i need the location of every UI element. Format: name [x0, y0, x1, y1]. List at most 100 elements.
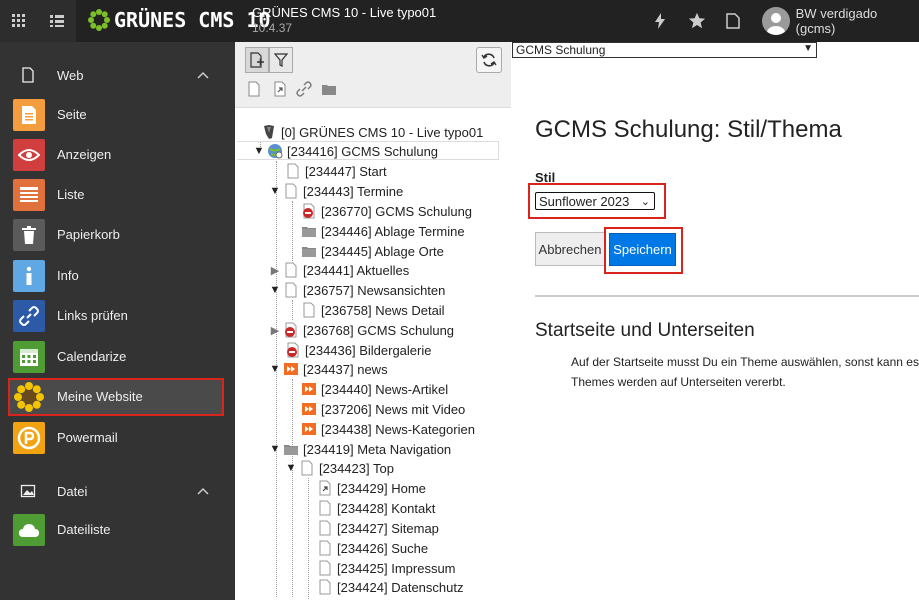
- folder-icon[interactable]: [321, 81, 337, 97]
- tree-node[interactable]: ▼ [234443] Termine: [269, 181, 403, 201]
- tree-node[interactable]: ▼ [234416] GCMS Schulung: [253, 141, 438, 161]
- tree-node[interactable]: [234438] News-Kategorien: [301, 419, 475, 439]
- site-title: GRÜNES CMS 10 - Live typo01: [252, 5, 437, 20]
- news-folder-icon: [302, 383, 316, 395]
- page-icon: [319, 560, 331, 576]
- open-documents-button[interactable]: [722, 10, 744, 32]
- sidebar-item-label: Seite: [57, 107, 87, 122]
- image-icon: [20, 484, 36, 498]
- page-tree-panel: [0] GRÜNES CMS 10 - Live typo01 ▼ [23441…: [235, 42, 511, 600]
- flash-icon: [655, 13, 665, 29]
- cancel-button[interactable]: Abbrechen: [535, 232, 605, 266]
- tree-node[interactable]: [0] GRÜNES CMS 10 - Live typo01: [247, 122, 483, 142]
- tree-node-label: [234436] Bildergalerie: [305, 342, 432, 358]
- group-label: Web: [57, 67, 84, 83]
- divider: [535, 295, 919, 297]
- save-button[interactable]: Speichern: [609, 233, 676, 266]
- page-select[interactable]: GCMS Schulung ▼: [512, 42, 817, 58]
- tree-node[interactable]: [234426] Suche: [317, 538, 428, 558]
- sidebar-item-meine-website[interactable]: Meine Website: [8, 378, 224, 416]
- cloud-icon: [13, 514, 45, 546]
- logo-text: GRÜNES CMS 10: [114, 8, 271, 32]
- tree-node[interactable]: [234424] Datenschutz: [317, 577, 463, 597]
- module-menu-icon: [12, 14, 25, 27]
- stil-select[interactable]: Sunflower 2023 ⌄: [535, 192, 655, 210]
- tree-node[interactable]: [234436] Bildergalerie: [285, 340, 431, 360]
- sidebar-item-liste[interactable]: Liste: [8, 176, 224, 214]
- tree-node-label: [234443] Termine: [303, 183, 404, 199]
- tree-node[interactable]: ▼ [234437] news: [269, 359, 388, 379]
- user-avatar-icon: [762, 7, 790, 35]
- tree-node[interactable]: [234445] Ablage Orte: [301, 241, 444, 261]
- pagetree-toggle-button[interactable]: [38, 0, 76, 42]
- tree-node-label: [236758] News Detail: [321, 302, 445, 318]
- trash-icon: [13, 219, 45, 251]
- sidebar-item-label: Dateiliste: [57, 522, 111, 537]
- tree-node-label: [234428] Kontakt: [337, 500, 436, 516]
- tree-node[interactable]: ▼ [236757] Newsansichten: [269, 280, 445, 300]
- refresh-icon: [481, 53, 497, 67]
- tree-node-label: [236770] GCMS Schulung: [321, 203, 473, 219]
- user-name: BW verdigado (gcms): [795, 6, 878, 36]
- sidebar-item-dateiliste[interactable]: Dateiliste: [8, 511, 224, 549]
- new-page-icon: [250, 52, 264, 68]
- tree-node[interactable]: ▶ [236768] GCMS Schulung: [269, 320, 454, 340]
- stil-select-value: Sunflower 2023: [539, 193, 630, 209]
- sidebar-item-links-pruefen[interactable]: Links prüfen: [8, 297, 224, 335]
- tree-node[interactable]: [234425] Impressum: [317, 558, 456, 578]
- module-menu-button[interactable]: [0, 0, 38, 42]
- sidebar-item-papierkorb[interactable]: Papierkorb: [8, 216, 224, 254]
- tree-node[interactable]: [236758] News Detail: [301, 300, 445, 320]
- tree-node[interactable]: [234447] Start: [285, 161, 387, 181]
- news-folder-icon: [302, 403, 316, 415]
- logo[interactable]: GRÜNES CMS 10: [88, 8, 271, 32]
- sidebar-item-label: Calendarize: [57, 349, 127, 364]
- tree-node[interactable]: [234428] Kontakt: [317, 498, 435, 518]
- sidebar-item-powermail[interactable]: Powermail: [8, 419, 224, 457]
- filter-button[interactable]: [269, 47, 293, 73]
- eye-icon: [13, 139, 45, 171]
- tree-node[interactable]: [234429] Home: [317, 478, 426, 498]
- tree-node[interactable]: ▼ [234423] Top: [285, 458, 394, 478]
- section-title: Startseite und Unterseiten: [535, 320, 755, 341]
- link-icon[interactable]: [296, 81, 312, 97]
- tree-node-label: [234446] Ablage Termine: [321, 223, 465, 239]
- tree-node[interactable]: [234427] Sitemap: [317, 518, 439, 538]
- sidebar-item-info[interactable]: Info: [8, 257, 224, 295]
- page-icon: [319, 579, 331, 595]
- group-datei[interactable]: Datei: [0, 478, 235, 504]
- list-item: Themes werden auf Unterseiten vererbt.: [571, 372, 919, 392]
- folder-icon: [284, 445, 298, 455]
- info-list: Auf der Startseite musst Du ein Theme au…: [571, 352, 919, 392]
- chevron-down-icon: ▼: [803, 43, 813, 54]
- folder-icon: [302, 227, 316, 237]
- bookmarks-button[interactable]: [686, 10, 708, 32]
- list-icon: [13, 179, 45, 211]
- refresh-tree-button[interactable]: [476, 47, 502, 73]
- sidebar-item-calendarize[interactable]: Calendarize: [8, 338, 224, 376]
- tree-node[interactable]: ▶ [234441] Aktuelles: [269, 260, 409, 280]
- sidebar-item-seite[interactable]: Seite: [8, 96, 224, 134]
- page-icon: [303, 302, 315, 318]
- clear-cache-button[interactable]: [649, 10, 671, 32]
- typo3-root-icon: [264, 125, 274, 139]
- page-tree-toolbar: [235, 42, 511, 108]
- shortcut-page-icon[interactable]: [272, 81, 288, 97]
- page-icon: [285, 282, 297, 298]
- tree-node-label: [234437] news: [303, 361, 388, 377]
- tree-node[interactable]: [234446] Ablage Termine: [301, 221, 465, 241]
- page-icon: [319, 520, 331, 536]
- group-web[interactable]: Web: [0, 62, 235, 88]
- page-icon[interactable]: [246, 81, 262, 97]
- user-menu[interactable]: BW verdigado (gcms): [762, 6, 919, 36]
- new-page-toggle-button[interactable]: [245, 47, 269, 73]
- sidebar-item-anzeigen[interactable]: Anzeigen: [8, 136, 224, 174]
- tree-node[interactable]: [234440] News-Artikel: [301, 379, 448, 399]
- tree-node[interactable]: [236770] GCMS Schulung: [301, 201, 472, 221]
- tree-node-label: [234423] Top: [319, 460, 394, 476]
- restricted-page-icon: [285, 322, 297, 338]
- tree-node[interactable]: ▼ [234419] Meta Navigation: [269, 439, 452, 459]
- tree-node[interactable]: [237206] News mit Video: [301, 399, 465, 419]
- sidebar-item-label: Meine Website: [57, 389, 143, 404]
- page-icon: [22, 67, 34, 83]
